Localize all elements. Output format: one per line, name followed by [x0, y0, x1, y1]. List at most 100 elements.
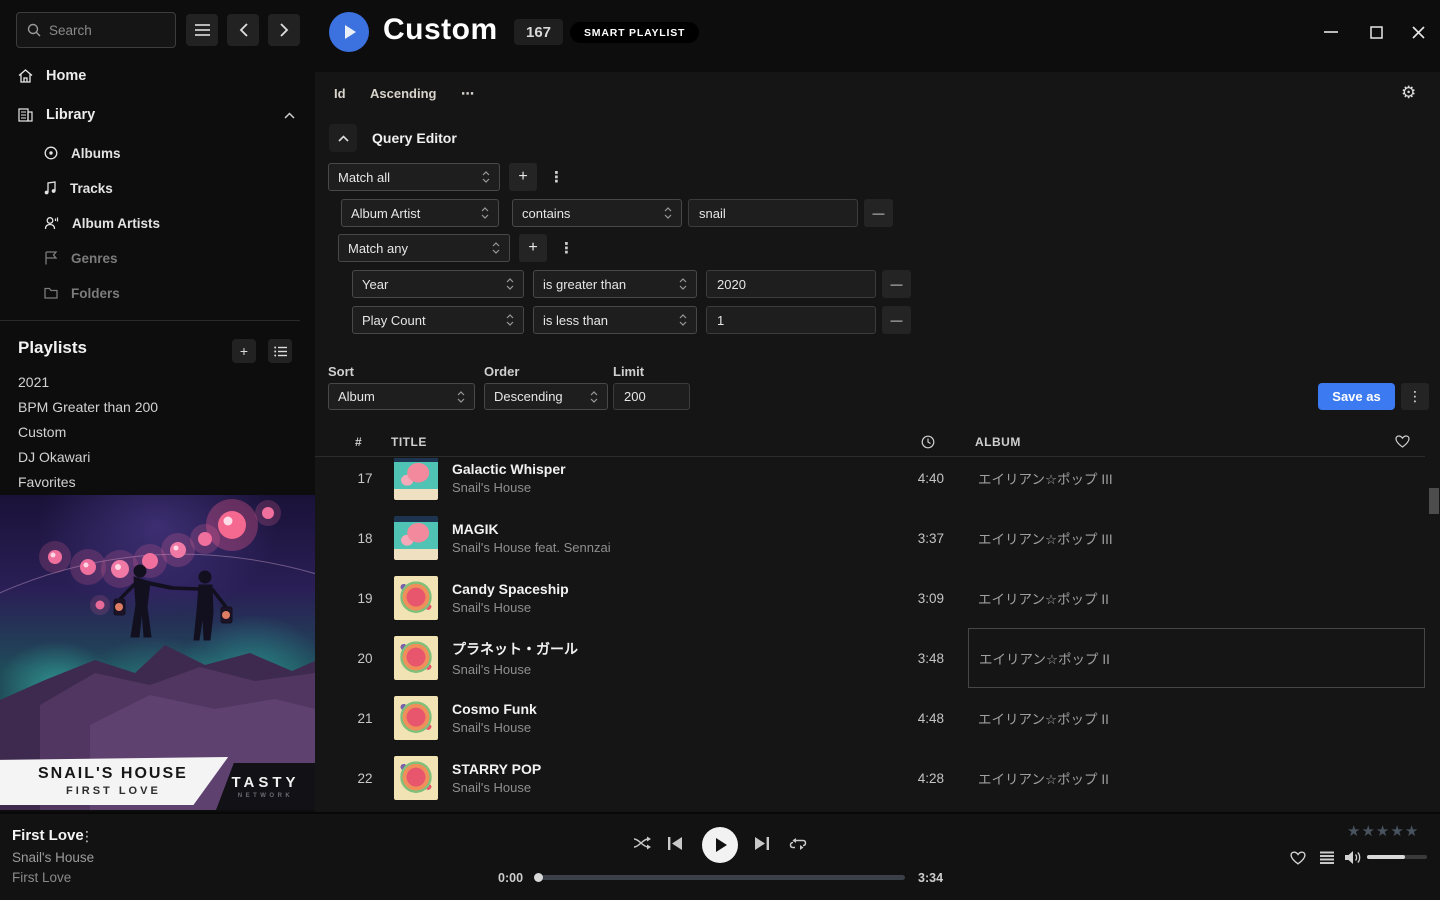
- table-row[interactable]: 18 MAGIKSnail's House feat. Sennzai 3:37…: [315, 508, 1425, 568]
- playlist-item[interactable]: BPM Greater than 200: [18, 394, 158, 419]
- rule-field-select-2[interactable]: Year: [352, 270, 524, 298]
- playlist-item[interactable]: DJ Okawari: [18, 444, 90, 469]
- group-menu-button-2[interactable]: ⋮: [559, 239, 574, 257]
- shuffle-button[interactable]: [633, 836, 651, 850]
- track-album[interactable]: エイリアン☆ポップ II: [978, 748, 1425, 808]
- track-artist[interactable]: Snail's House: [452, 720, 855, 735]
- rule-value-input-1[interactable]: snail: [688, 199, 858, 227]
- sidebar-item-tracks[interactable]: Tracks: [0, 174, 315, 202]
- window-close-button[interactable]: [1408, 22, 1428, 42]
- search-input[interactable]: [49, 23, 159, 38]
- sort-field-button[interactable]: Id: [334, 86, 346, 101]
- remove-rule-button-3[interactable]: —: [882, 306, 911, 334]
- track-title[interactable]: プラネット・ガール: [452, 639, 855, 659]
- star-icon[interactable]: ★: [1390, 822, 1403, 840]
- now-playing-title[interactable]: First Love: [12, 827, 84, 844]
- rule-value-input-3[interactable]: 1: [706, 306, 876, 334]
- now-playing-menu-button[interactable]: ⋮: [80, 828, 94, 845]
- add-rule-button-2[interactable]: +: [519, 234, 547, 262]
- sidebar-item-genres[interactable]: Genres: [0, 244, 315, 272]
- table-row[interactable]: 22 STARRY POPSnail's House 4:28 エイリアン☆ポッ…: [315, 748, 1425, 808]
- now-playing-album[interactable]: First Love: [12, 870, 71, 885]
- save-menu-button[interactable]: ⋮: [1401, 383, 1429, 410]
- favorite-heart-button[interactable]: [1290, 851, 1306, 865]
- now-playing-artist[interactable]: Snail's House: [12, 850, 94, 865]
- star-icon[interactable]: ★: [1361, 822, 1374, 840]
- add-playlist-button[interactable]: +: [232, 339, 256, 363]
- sidebar-item-library[interactable]: Library: [0, 101, 315, 129]
- track-album-focused-cell[interactable]: エイリアン☆ポップ II: [968, 628, 1425, 688]
- remove-rule-button-2[interactable]: —: [882, 270, 911, 298]
- more-options-button[interactable]: ⋯: [461, 86, 475, 102]
- sort-select[interactable]: Album: [328, 383, 475, 410]
- match-type-select-1[interactable]: Match all: [328, 163, 500, 191]
- playlist-list-button[interactable]: [268, 339, 292, 363]
- menu-button[interactable]: [186, 14, 218, 46]
- seek-thumb[interactable]: [534, 873, 543, 882]
- sidebar-item-album-artists[interactable]: Album Artists: [0, 209, 315, 237]
- vertical-scrollbar-thumb[interactable]: [1429, 488, 1439, 514]
- next-track-button[interactable]: [755, 837, 769, 850]
- star-icon[interactable]: ★: [1376, 822, 1389, 840]
- search-box[interactable]: [16, 12, 176, 48]
- track-artist[interactable]: Snail's House: [452, 480, 855, 495]
- track-album[interactable]: エイリアン☆ポップ III: [978, 458, 1425, 508]
- window-minimize-button[interactable]: [1321, 22, 1341, 42]
- rule-operator-select-1[interactable]: contains: [512, 199, 682, 227]
- limit-input[interactable]: 200: [613, 383, 690, 410]
- table-row[interactable]: 21 Cosmo FunkSnail's House 4:48 エイリアン☆ポッ…: [315, 688, 1425, 748]
- seek-slider[interactable]: [535, 875, 905, 880]
- sidebar-item-folders[interactable]: Folders: [0, 279, 315, 307]
- track-title[interactable]: Cosmo Funk: [452, 701, 855, 717]
- duration-clock-icon[interactable]: [921, 435, 935, 449]
- volume-slider[interactable]: [1367, 855, 1427, 859]
- column-header-number[interactable]: #: [355, 435, 362, 449]
- previous-track-button[interactable]: [668, 837, 682, 850]
- track-artist[interactable]: Snail's House: [452, 600, 855, 615]
- track-title[interactable]: Galactic Whisper: [452, 461, 855, 477]
- window-maximize-button[interactable]: [1366, 22, 1386, 42]
- rule-value-input-2[interactable]: 2020: [706, 270, 876, 298]
- star-icon[interactable]: ★: [1347, 822, 1360, 840]
- column-header-title[interactable]: TITLE: [391, 435, 427, 449]
- track-artist[interactable]: Snail's House: [452, 662, 855, 677]
- play-playlist-button[interactable]: [329, 12, 369, 52]
- rule-field-select-3[interactable]: Play Count: [352, 306, 524, 334]
- order-select[interactable]: Descending: [484, 383, 608, 410]
- playlist-item[interactable]: 2021: [18, 369, 49, 394]
- repeat-button[interactable]: [789, 837, 807, 851]
- track-artist[interactable]: Snail's House: [452, 780, 855, 795]
- favorite-heart-icon[interactable]: [1395, 435, 1410, 448]
- track-title[interactable]: MAGIK: [452, 521, 855, 537]
- save-as-button[interactable]: Save as: [1318, 383, 1395, 410]
- track-album[interactable]: エイリアン☆ポップ III: [978, 508, 1425, 568]
- add-rule-button-1[interactable]: +: [509, 163, 537, 191]
- play-pause-button[interactable]: [702, 827, 738, 863]
- star-icon[interactable]: ★: [1405, 822, 1418, 840]
- sort-direction-button[interactable]: Ascending: [370, 86, 436, 101]
- playlist-item[interactable]: Favorites: [18, 469, 76, 494]
- table-row[interactable]: 20 プラネット・ガールSnail's House 3:48 エイリアン☆ポップ…: [315, 628, 1425, 688]
- track-album[interactable]: エイリアン☆ポップ II: [978, 688, 1425, 748]
- remove-rule-button-1[interactable]: —: [864, 199, 893, 227]
- now-playing-artwork[interactable]: SNAIL'S HOUSE FIRST LOVE TASTY NETWORK: [0, 495, 315, 810]
- table-row[interactable]: 17 Galactic WhisperSnail's House 4:40 エイ…: [315, 458, 1425, 508]
- nav-back-button[interactable]: [227, 14, 259, 46]
- column-header-album[interactable]: ALBUM: [975, 435, 1021, 449]
- track-album[interactable]: エイリアン☆ポップ II: [978, 568, 1425, 628]
- rule-operator-select-3[interactable]: is less than: [533, 306, 697, 334]
- rule-field-select-1[interactable]: Album Artist: [341, 199, 499, 227]
- sidebar-item-albums[interactable]: Albums: [0, 139, 315, 167]
- queue-icon[interactable]: [1319, 851, 1335, 865]
- track-title[interactable]: STARRY POP: [452, 761, 855, 777]
- playlist-item[interactable]: Custom: [18, 419, 66, 444]
- track-artist[interactable]: Snail's House feat. Sennzai: [452, 540, 855, 555]
- rating-stars[interactable]: ★ ★ ★ ★ ★: [1347, 822, 1418, 840]
- volume-icon[interactable]: [1345, 850, 1362, 865]
- group-menu-button-1[interactable]: ⋮: [549, 168, 564, 186]
- nav-forward-button[interactable]: [268, 14, 300, 46]
- sidebar-item-home[interactable]: Home: [0, 62, 315, 90]
- match-type-select-2[interactable]: Match any: [338, 234, 510, 262]
- settings-gear-icon[interactable]: ⚙: [1401, 83, 1416, 103]
- table-row[interactable]: 19 Candy SpaceshipSnail's House 3:09 エイリ…: [315, 568, 1425, 628]
